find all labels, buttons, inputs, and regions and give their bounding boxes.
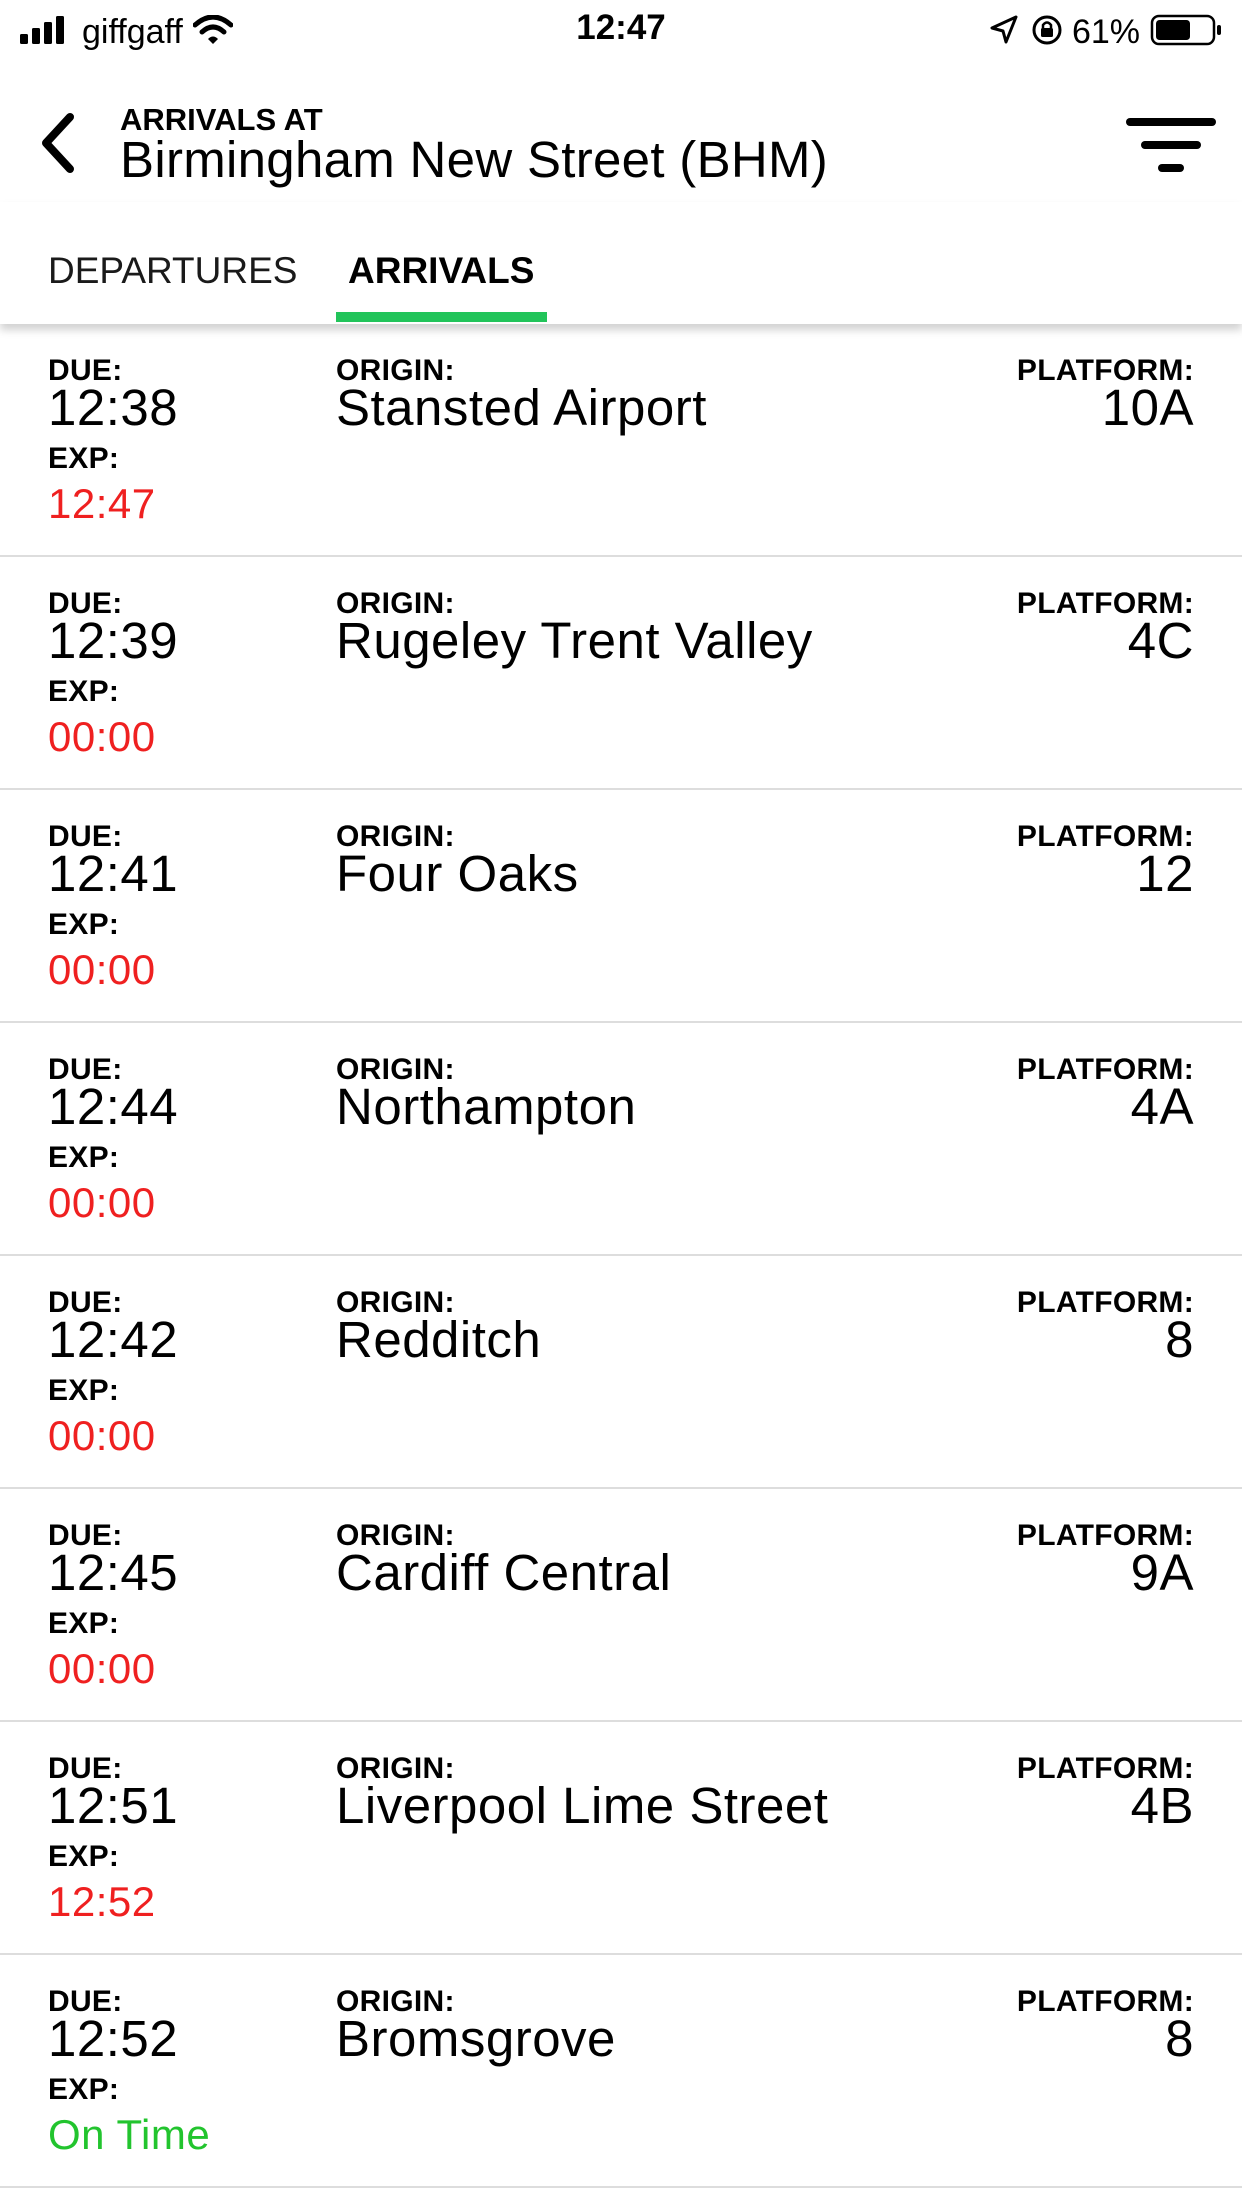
expected-label: EXP: [48, 1840, 120, 1873]
due-time: 12:45 [48, 1544, 179, 1601]
back-button[interactable] [28, 108, 88, 178]
platform-number: 4C [1127, 612, 1194, 669]
platform-number: 4B [1130, 1777, 1194, 1834]
expected-time: 00:00 [48, 1179, 156, 1226]
expected-label: EXP: [48, 1374, 120, 1407]
expected-label: EXP: [48, 1141, 120, 1174]
arrival-row[interactable]: DUE: 12:41 EXP: 00:00 ORIGIN: Four Oaks … [0, 790, 1242, 1023]
origin-station: Redditch [336, 1311, 542, 1368]
active-tab-indicator [336, 312, 547, 322]
due-time: 12:38 [48, 379, 179, 436]
due-time: 12:41 [48, 845, 179, 902]
platform-number: 12 [1136, 845, 1194, 902]
expected-time: 00:00 [48, 946, 156, 993]
app-header: ARRIVALS AT Birmingham New Street (BHM) [0, 62, 1242, 202]
platform-number: 9A [1130, 1544, 1194, 1601]
arrival-row[interactable]: DUE: 12:44 EXP: 00:00 ORIGIN: Northampto… [0, 1023, 1242, 1256]
chevron-left-icon [42, 113, 74, 173]
expected-time: 12:47 [48, 480, 156, 527]
tab-bar: DEPARTURES ARRIVALS [0, 202, 1242, 324]
tab-departures[interactable]: DEPARTURES [48, 250, 297, 292]
platform-number: 10A [1101, 379, 1194, 436]
origin-station: Four Oaks [336, 845, 579, 902]
arrivals-list: DUE: 12:38 EXP: 12:47 ORIGIN: Stansted A… [0, 324, 1242, 2188]
expected-label: EXP: [48, 442, 120, 475]
page-title: Birmingham New Street (BHM) [120, 131, 829, 188]
tab-arrivals[interactable]: ARRIVALS [348, 250, 534, 292]
expected-time: 00:00 [48, 1645, 156, 1692]
origin-station: Stansted Airport [336, 379, 707, 436]
expected-label: EXP: [48, 1607, 120, 1640]
expected-label: EXP: [48, 2073, 120, 2106]
origin-station: Northampton [336, 1078, 637, 1135]
expected-time: 00:00 [48, 1412, 156, 1459]
due-time: 12:51 [48, 1777, 179, 1834]
arrival-row[interactable]: DUE: 12:45 EXP: 00:00 ORIGIN: Cardiff Ce… [0, 1489, 1242, 1722]
battery-icon [1150, 13, 1224, 52]
expected-time: On Time [48, 2111, 211, 2158]
filter-button[interactable] [1124, 112, 1220, 178]
location-arrow-icon [988, 14, 1020, 51]
origin-station: Liverpool Lime Street [336, 1777, 829, 1834]
arrival-row[interactable]: DUE: 12:39 EXP: 00:00 ORIGIN: Rugeley Tr… [0, 557, 1242, 790]
origin-station: Cardiff Central [336, 1544, 672, 1601]
due-time: 12:42 [48, 1311, 179, 1368]
arrival-row[interactable]: DUE: 12:51 EXP: 12:52 ORIGIN: Liverpool … [0, 1722, 1242, 1955]
due-time: 12:39 [48, 612, 179, 669]
origin-station: Bromsgrove [336, 2010, 616, 2067]
arrival-row[interactable]: DUE: 12:38 EXP: 12:47 ORIGIN: Stansted A… [0, 324, 1242, 557]
origin-station: Rugeley Trent Valley [336, 612, 813, 669]
rotation-lock-icon [1030, 13, 1064, 52]
arrival-row[interactable]: DUE: 12:42 EXP: 00:00 ORIGIN: Redditch P… [0, 1256, 1242, 1489]
status-bar: giffgaff 12:47 61% [0, 0, 1242, 62]
due-time: 12:52 [48, 2010, 179, 2067]
due-time: 12:44 [48, 1078, 179, 1135]
expected-label: EXP: [48, 908, 120, 941]
filter-icon [1126, 118, 1216, 172]
expected-time: 12:52 [48, 1878, 156, 1925]
battery-percent: 61% [1071, 12, 1140, 51]
expected-time: 00:00 [48, 713, 156, 760]
platform-number: 8 [1165, 1311, 1194, 1368]
arrival-row[interactable]: DUE: 12:52 EXP: On Time ORIGIN: Bromsgro… [0, 1955, 1242, 2188]
expected-label: EXP: [48, 675, 120, 708]
platform-number: 4A [1130, 1078, 1194, 1135]
platform-number: 8 [1165, 2010, 1194, 2067]
status-right: 61% [988, 12, 1224, 52]
